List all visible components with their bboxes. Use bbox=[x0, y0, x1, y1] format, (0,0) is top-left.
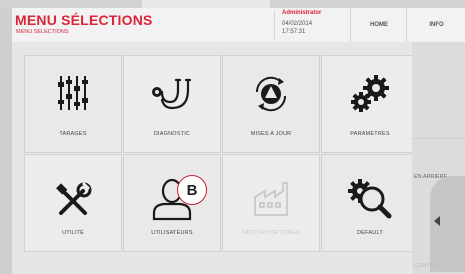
callout-marker: B bbox=[177, 175, 207, 205]
tile-label: DEFAULT bbox=[357, 230, 383, 236]
continue-label[interactable]: CONTINU bbox=[414, 263, 439, 269]
page-subtitle: MENU SELECTIONS bbox=[16, 29, 69, 35]
date-display: 04/02/2014 bbox=[282, 21, 313, 27]
gears-icon bbox=[351, 75, 389, 112]
tile-mises-a-jour[interactable]: MISES A JOUR bbox=[222, 55, 320, 153]
screen: MENU SÉLECTIONS MENU SELECTIONS Administ… bbox=[0, 0, 465, 274]
tile-label: DIAGNOSTIC bbox=[153, 131, 191, 137]
info-button[interactable]: INFO bbox=[406, 8, 465, 42]
tile-label: MISES A JOUR bbox=[250, 131, 292, 137]
tile-diagnostic[interactable]: DIAGNOSTIC bbox=[123, 55, 221, 153]
left-arrow-icon bbox=[434, 216, 440, 226]
back-button[interactable] bbox=[430, 176, 465, 272]
tile-default[interactable]: DEFAULT bbox=[321, 154, 419, 252]
page-title: MENU SÉLECTIONS bbox=[15, 12, 153, 28]
default-search-icon bbox=[348, 179, 392, 219]
side-panel: EN ARRIERE bbox=[412, 42, 465, 274]
update-icon bbox=[255, 76, 287, 112]
stethoscope-icon bbox=[152, 78, 192, 110]
factory-icon bbox=[254, 182, 288, 216]
time-display: 17:57:31 bbox=[282, 29, 306, 35]
top-strip bbox=[0, 0, 465, 8]
tools-icon bbox=[56, 181, 92, 215]
tile-label: TARAGES bbox=[59, 131, 87, 137]
header: MENU SÉLECTIONS MENU SELECTIONS Administ… bbox=[12, 8, 465, 42]
user-name: Administrator bbox=[282, 10, 322, 16]
tile-label: UTILITÉ bbox=[62, 230, 84, 236]
top-strip-gap bbox=[142, 0, 270, 8]
tile-factory-settings[interactable]: FACTORY SETTINGS bbox=[222, 154, 320, 252]
side-divider bbox=[412, 138, 465, 139]
tile-label: FACTORY SETTINGS bbox=[242, 230, 300, 236]
tile-tarages[interactable]: TARAGES bbox=[24, 55, 122, 153]
menu-grid: TARAGES DIAGNOSTIC MISES A JOUR PARAMÈTR… bbox=[12, 42, 465, 274]
tile-utilisateurs[interactable]: UTILISATEURS bbox=[123, 154, 221, 252]
user-info: Administrator 04/02/2014 17:57:31 bbox=[282, 10, 356, 41]
tile-parametres[interactable]: PARAMÈTRES bbox=[321, 55, 419, 153]
home-button[interactable]: HOME bbox=[350, 8, 407, 42]
tile-utilite[interactable]: UTILITÉ bbox=[24, 154, 122, 252]
tile-label: PARAMÈTRES bbox=[350, 131, 390, 137]
header-divider bbox=[274, 10, 275, 40]
sliders-icon bbox=[58, 76, 88, 110]
tile-label: UTILISATEURS bbox=[151, 230, 193, 236]
